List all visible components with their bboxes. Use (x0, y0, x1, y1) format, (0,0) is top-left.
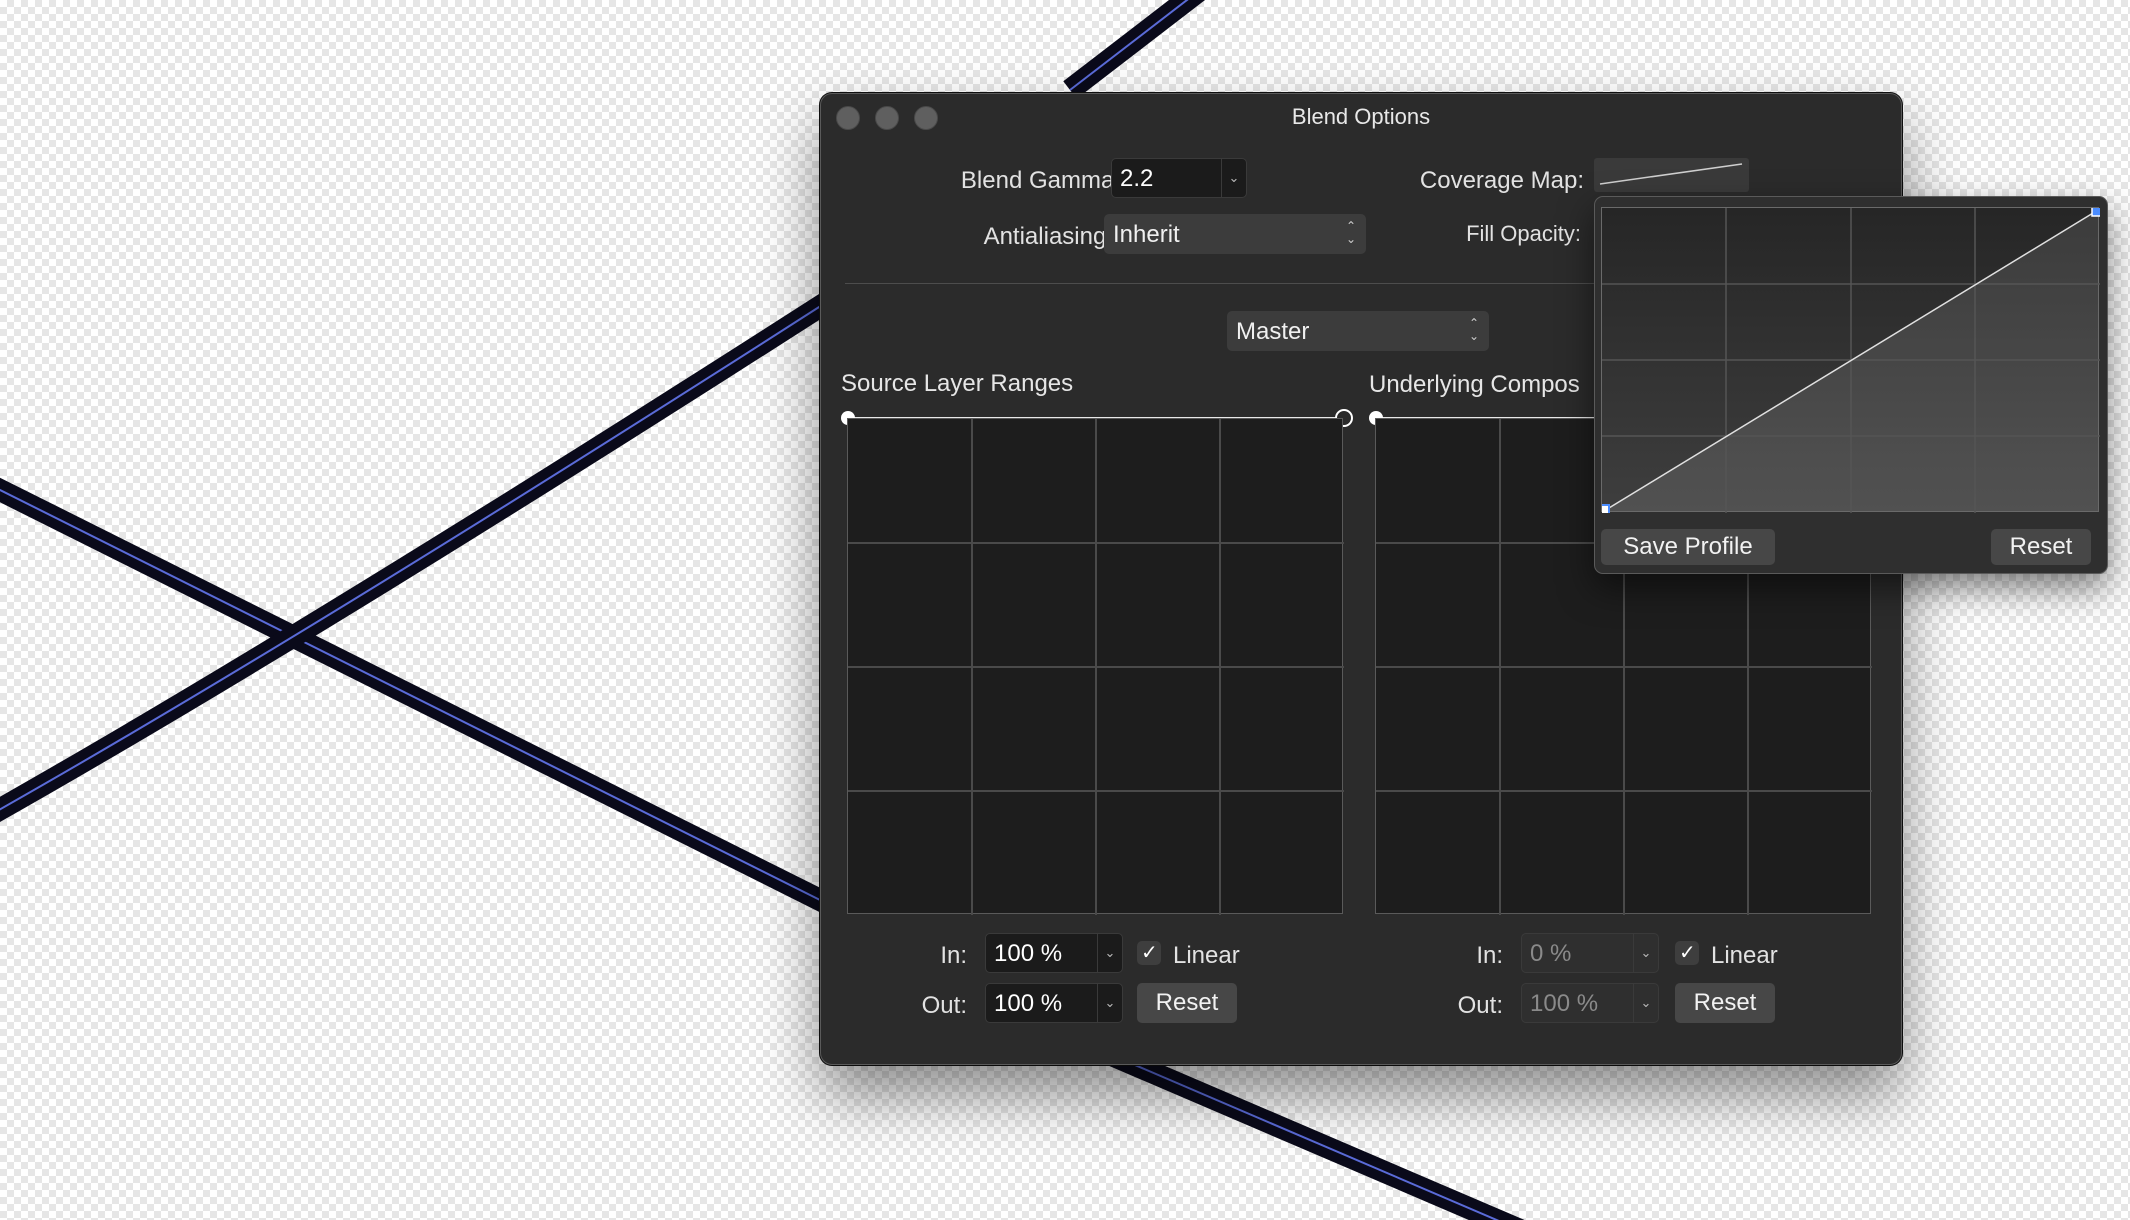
antialiasing-label: Antialiasing: (983, 223, 1113, 250)
coverage-map-popover: Save Profile Reset (1594, 196, 2108, 574)
underlying-out-value: 100 % (1530, 990, 1599, 1017)
antialiasing-popup[interactable]: Inherit ⌃ ⌄ (1104, 214, 1366, 254)
source-out-combo[interactable]: 100 % ⌄ (985, 983, 1123, 1023)
chevron-down-icon[interactable]: ⌄ (1097, 934, 1122, 972)
blend-gamma-combo[interactable]: 2.2 ⌄ (1111, 158, 1247, 198)
channel-popup[interactable]: Master ⌃ ⌄ (1227, 311, 1489, 351)
chevron-down-icon[interactable]: ⌄ (1633, 934, 1658, 972)
updown-chevron-icon: ⌃ ⌄ (1468, 316, 1479, 343)
underlying-out-combo[interactable]: 100 % ⌄ (1521, 983, 1659, 1023)
underlying-out-label: Out: (1457, 992, 1503, 1019)
save-profile-button[interactable]: Save Profile (1601, 529, 1775, 565)
blend-gamma-value: 2.2 (1120, 165, 1154, 192)
underlying-reset-button[interactable]: Reset (1675, 983, 1775, 1023)
underlying-linear-label: Linear (1711, 942, 1778, 969)
check-icon: ✓ (1141, 942, 1158, 964)
source-linear-checkbox[interactable]: ✓ (1137, 941, 1161, 965)
coverage-map-label: Coverage Map: (1419, 167, 1584, 194)
underlying-in-label: In: (1476, 942, 1503, 969)
fill-opacity-label: Fill Opacity: (1466, 221, 1581, 246)
source-out-label: Out: (921, 992, 967, 1019)
source-in-value: 100 % (994, 940, 1063, 967)
check-icon: ✓ (1679, 942, 1696, 964)
stroke-line-1-tail (1095, 1039, 1525, 1220)
channel-value: Master (1236, 318, 1310, 345)
underlying-in-combo[interactable]: 0 % ⌄ (1521, 933, 1659, 973)
coverage-curve-graph[interactable] (1601, 207, 2100, 513)
blend-gamma-label: Blend Gamma: (960, 167, 1121, 194)
chevron-down-icon[interactable]: ⌄ (1221, 159, 1246, 197)
source-ranges-title: Source Layer Ranges (841, 370, 1074, 397)
underlying-linear-checkbox[interactable]: ✓ (1675, 941, 1699, 965)
antialiasing-value: Inherit (1113, 221, 1180, 248)
chevron-down-icon[interactable]: ⌄ (1633, 984, 1658, 1022)
window-title: Blend Options (1291, 104, 1431, 129)
source-range-graph[interactable] (847, 418, 1344, 915)
underlying-in-value: 0 % (1530, 940, 1572, 967)
underlying-ranges-title: Underlying Compos (1369, 371, 1580, 398)
chevron-down-icon[interactable]: ⌄ (1097, 984, 1122, 1022)
source-in-combo[interactable]: 100 % ⌄ (985, 933, 1123, 973)
coverage-reset-button[interactable]: Reset (1991, 529, 2091, 565)
coverage-map-thumbnail[interactable] (1594, 158, 1749, 192)
source-in-label: In: (940, 942, 967, 969)
source-reset-button[interactable]: Reset (1137, 983, 1237, 1023)
curve-end-handle (2091, 208, 2100, 217)
source-linear-label: Linear (1173, 942, 1240, 969)
curve-start-handle (1602, 504, 1610, 513)
source-out-value: 100 % (994, 990, 1063, 1017)
stroke-curve-2-top (1063, 0, 1206, 99)
